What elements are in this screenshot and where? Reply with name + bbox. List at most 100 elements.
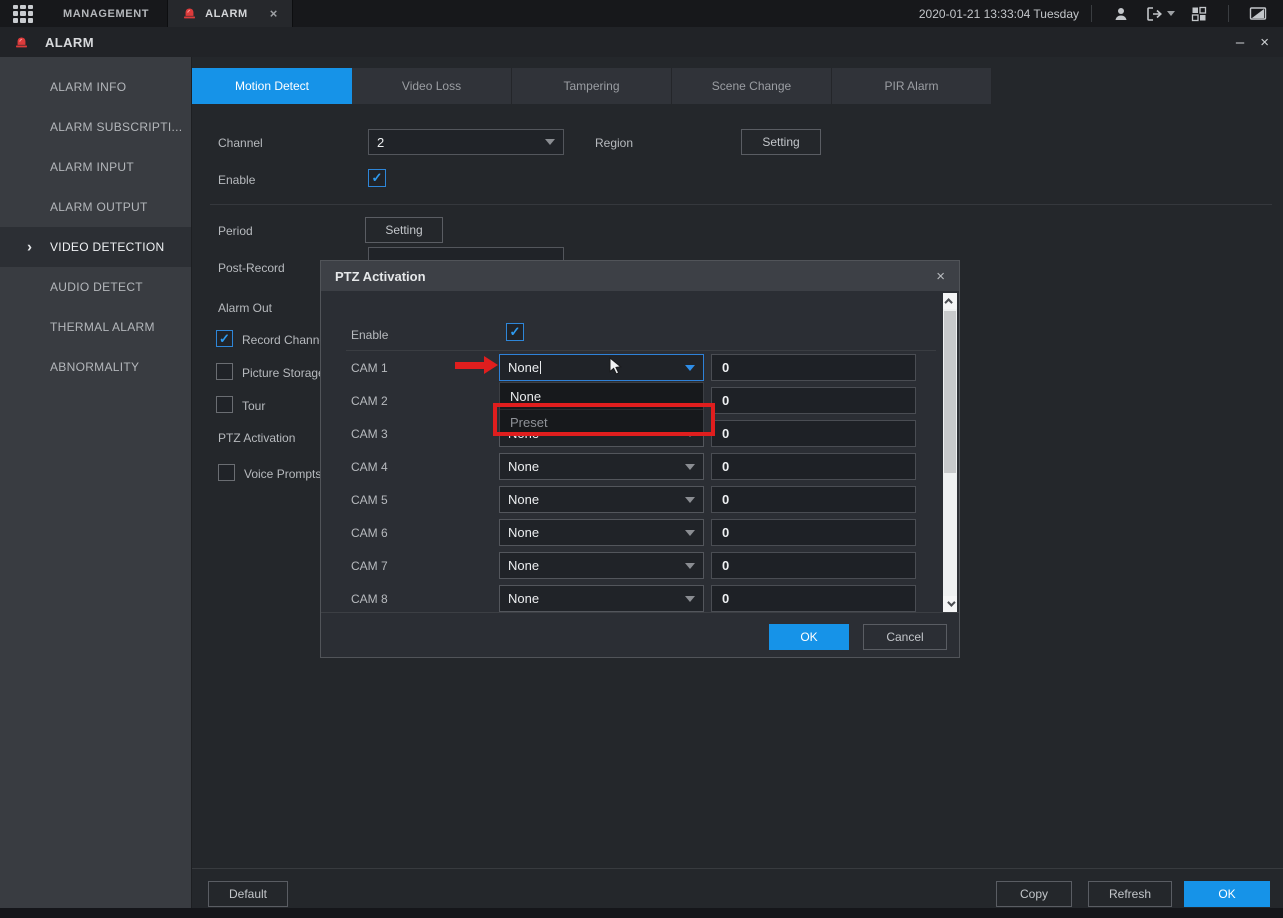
- annotation-arrow: [455, 362, 485, 369]
- annotation-arrow-head: [484, 356, 498, 374]
- divider: [321, 612, 959, 613]
- alarm-siren-icon: [182, 6, 197, 21]
- detection-tabs: Motion Detect Video Loss Tampering Scene…: [192, 68, 992, 104]
- app-topbar: MANAGEMENT ALARM × 2020-01-21 13:33:04 T…: [0, 0, 1283, 27]
- window-bottom-edge: [0, 908, 1283, 918]
- scroll-up-icon[interactable]: [943, 293, 957, 309]
- divider: [1228, 5, 1229, 22]
- user-icon[interactable]: [1104, 0, 1138, 27]
- alarm-tab-label: ALARM: [205, 8, 248, 20]
- channel-select[interactable]: 2: [368, 129, 564, 155]
- cam4-type-select[interactable]: None: [499, 453, 704, 480]
- scrollbar-thumb[interactable]: [944, 311, 956, 473]
- sidebar-item-audio-detect[interactable]: AUDIO DETECT: [0, 267, 191, 307]
- apps-grid-icon[interactable]: [13, 5, 33, 23]
- divider: [346, 350, 936, 351]
- chevron-down-icon: [685, 365, 695, 371]
- record-channel-label: Record Channel: [242, 333, 329, 347]
- dialog-title: PTZ Activation: [335, 269, 426, 284]
- dialog-cancel-button[interactable]: Cancel: [863, 624, 947, 650]
- window-title: ALARM: [45, 35, 94, 50]
- logout-icon[interactable]: [1138, 0, 1182, 27]
- cam8-type-select[interactable]: None: [499, 585, 704, 612]
- chevron-down-icon: [545, 139, 555, 145]
- region-setting-button[interactable]: Setting: [741, 129, 821, 155]
- tab-alarm[interactable]: ALARM ×: [167, 0, 293, 27]
- dialog-enable-label: Enable: [351, 328, 388, 342]
- tab-pir-alarm[interactable]: PIR Alarm: [832, 68, 992, 104]
- alarm-tab-close-icon[interactable]: ×: [270, 7, 278, 20]
- cam6-type-select[interactable]: None: [499, 519, 704, 546]
- dialog-ok-button[interactable]: OK: [769, 624, 849, 650]
- system-datetime: 2020-01-21 13:33:04 Tuesday: [919, 7, 1079, 21]
- period-label: Period: [218, 224, 253, 238]
- voice-prompts-checkbox[interactable]: ✓: [218, 464, 235, 481]
- enable-label: Enable: [218, 173, 255, 187]
- layout-icon[interactable]: [1182, 0, 1216, 27]
- cam-row-4: CAM 4 None 0: [351, 453, 931, 480]
- screen: MANAGEMENT ALARM × 2020-01-21 13:33:04 T…: [0, 0, 1283, 918]
- default-button[interactable]: Default: [208, 881, 288, 907]
- sidebar-item-alarm-input[interactable]: ALARM INPUT: [0, 147, 191, 187]
- cam3-preset-number-input[interactable]: 0: [711, 420, 916, 447]
- sidebar-item-alarm-info[interactable]: ALARM INFO: [0, 67, 191, 107]
- channel-label: Channel: [218, 136, 263, 150]
- cam2-preset-number-input[interactable]: 0: [711, 387, 916, 414]
- cam-row-7: CAM 7 None 0: [351, 552, 931, 579]
- picture-storage-checkbox[interactable]: ✓: [216, 363, 233, 380]
- cam1-type-select[interactable]: None: [499, 354, 704, 381]
- alarm-out-label: Alarm Out: [218, 301, 272, 315]
- cam-row-6: CAM 6 None 0: [351, 519, 931, 546]
- display-icon[interactable]: [1241, 0, 1275, 27]
- sidebar-item-alarm-output[interactable]: ALARM OUTPUT: [0, 187, 191, 227]
- dialog-close-icon[interactable]: ×: [936, 269, 945, 284]
- tab-management[interactable]: MANAGEMENT: [45, 0, 167, 27]
- voice-prompts-label: Voice Prompts: [244, 467, 321, 481]
- enable-checkbox[interactable]: ✓: [368, 169, 386, 187]
- scroll-down-icon[interactable]: [943, 596, 957, 612]
- tab-scene-change[interactable]: Scene Change: [672, 68, 832, 104]
- cam5-preset-number-input[interactable]: 0: [711, 486, 916, 513]
- dialog-scrollbar[interactable]: [943, 293, 957, 612]
- picture-storage-label: Picture Storage: [242, 366, 325, 380]
- cam6-preset-number-input[interactable]: 0: [711, 519, 916, 546]
- divider: [1091, 5, 1092, 22]
- tour-checkbox[interactable]: ✓: [216, 396, 233, 413]
- text-cursor: [540, 361, 541, 374]
- period-setting-button[interactable]: Setting: [365, 217, 443, 243]
- divider: [210, 204, 1272, 205]
- sidebar-item-abnormality[interactable]: ABNORMALITY: [0, 347, 191, 387]
- sidebar: ALARM INFO ALARM SUBSCRIPTI... ALARM INP…: [0, 57, 191, 918]
- tab-tampering[interactable]: Tampering: [512, 68, 672, 104]
- selected-arrow-icon: ›: [27, 239, 32, 256]
- sidebar-item-thermal-alarm[interactable]: THERMAL ALARM: [0, 307, 191, 347]
- cam4-preset-number-input[interactable]: 0: [711, 453, 916, 480]
- tab-video-loss[interactable]: Video Loss: [352, 68, 512, 104]
- cam8-preset-number-input[interactable]: 0: [711, 585, 916, 612]
- refresh-button[interactable]: Refresh: [1088, 881, 1172, 907]
- cam7-type-select[interactable]: None: [499, 552, 704, 579]
- sidebar-item-video-detection[interactable]: › VIDEO DETECTION: [0, 227, 191, 267]
- ptz-activation-dialog: PTZ Activation × Enable ✓ CAM 1 None 0 C…: [320, 260, 960, 658]
- ok-button[interactable]: OK: [1184, 881, 1270, 907]
- dialog-enable-checkbox[interactable]: ✓: [506, 323, 524, 341]
- minimize-icon[interactable]: –: [1236, 35, 1244, 50]
- sidebar-item-alarm-subscription[interactable]: ALARM SUBSCRIPTI...: [0, 107, 191, 147]
- post-record-label: Post-Record: [218, 261, 285, 275]
- annotation-highlight-box: [493, 403, 715, 436]
- mouse-cursor: [609, 357, 622, 375]
- copy-button[interactable]: Copy: [996, 881, 1072, 907]
- logout-caret-icon: [1167, 11, 1175, 16]
- alarm-window-titlebar: ALARM – ×: [0, 27, 1283, 57]
- dialog-titlebar[interactable]: PTZ Activation ×: [321, 261, 959, 291]
- tour-label: Tour: [242, 399, 265, 413]
- tab-motion-detect[interactable]: Motion Detect: [192, 68, 352, 104]
- ptz-activation-label: PTZ Activation: [218, 431, 295, 445]
- divider: [191, 57, 192, 918]
- cam-row-5: CAM 5 None 0: [351, 486, 931, 513]
- record-channel-checkbox[interactable]: ✓: [216, 330, 233, 347]
- cam1-preset-number-input[interactable]: 0: [711, 354, 916, 381]
- close-icon[interactable]: ×: [1260, 35, 1269, 50]
- cam5-type-select[interactable]: None: [499, 486, 704, 513]
- cam7-preset-number-input[interactable]: 0: [711, 552, 916, 579]
